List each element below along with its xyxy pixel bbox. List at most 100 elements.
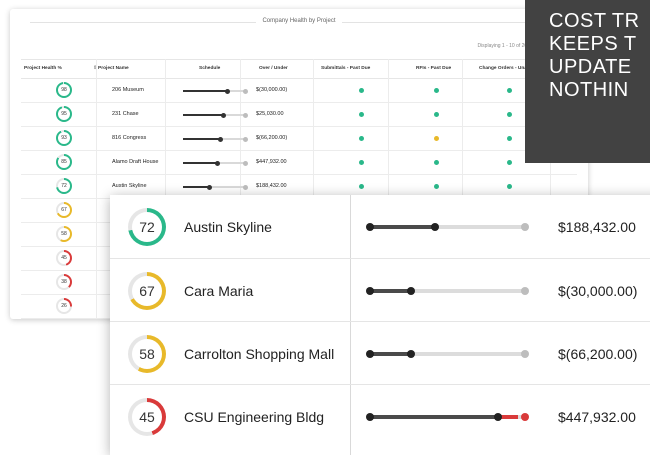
- over-under-value: $(30,000.00): [256, 87, 288, 93]
- col-project-name[interactable]: Project Name: [98, 66, 129, 71]
- schedule-end: [243, 160, 248, 166]
- col-submittals[interactable]: Submittals - Past Due: [321, 66, 370, 71]
- overlay-line: UPDATE: [549, 56, 632, 78]
- rfi-status-dot: [434, 88, 439, 93]
- project-name[interactable]: Alamo Draft House: [112, 159, 158, 165]
- zoomed-table-row[interactable]: 67 Cara Maria $(30,000.00): [110, 258, 650, 322]
- schedule-bar: [183, 136, 248, 142]
- schedule-marker: [214, 160, 220, 166]
- rfi-status-dot: [434, 160, 439, 165]
- schedule-fill: [183, 138, 221, 140]
- submittals-status-dot: [359, 184, 364, 189]
- table-row[interactable]: 85 Alamo Draft House $447,932.00: [21, 150, 577, 175]
- submittals-status-dot: [359, 160, 364, 165]
- health-ring: 98: [56, 82, 72, 98]
- health-value: 98: [58, 84, 70, 96]
- health-value: 95: [58, 108, 70, 120]
- rfi-status-dot: [434, 112, 439, 117]
- schedule-fill: [369, 225, 435, 229]
- schedule-start: [366, 350, 374, 358]
- panel-title: Company Health by Project: [10, 18, 588, 24]
- submittals-status-dot: [359, 112, 364, 117]
- project-name[interactable]: CSU Engineering Bldg: [184, 409, 324, 425]
- schedule-marker: [217, 136, 223, 142]
- schedule-fill: [369, 352, 412, 356]
- health-value: 45: [132, 402, 162, 432]
- change-order-status-dot: [507, 112, 512, 117]
- schedule-fill: [183, 114, 224, 116]
- table-row[interactable]: 95 231 Chase $25,030.00: [21, 102, 577, 127]
- health-ring: 45: [128, 398, 166, 436]
- over-under-value: $447,932.00: [256, 159, 287, 165]
- schedule-end: [521, 223, 529, 231]
- health-value: 58: [58, 228, 70, 240]
- health-value: 72: [132, 212, 162, 242]
- schedule-end: [521, 413, 529, 421]
- schedule-marker: [407, 287, 416, 295]
- col-over-under[interactable]: Over / Under: [259, 66, 288, 71]
- schedule-marker: [407, 350, 416, 358]
- health-value: 38: [58, 276, 70, 288]
- schedule-bar: [366, 350, 529, 358]
- health-value: 58: [132, 339, 162, 369]
- health-ring: 58: [128, 335, 166, 373]
- health-ring: 58: [56, 226, 72, 242]
- schedule-fill: [183, 186, 210, 188]
- table-row[interactable]: 93 816 Congress $(66,200.00): [21, 126, 577, 151]
- schedule-bar: [183, 88, 248, 94]
- zoomed-table-row[interactable]: 58 Carrolton Shopping Mall $(66,200.00): [110, 321, 650, 385]
- health-value: 67: [132, 276, 162, 306]
- health-ring: 72: [56, 178, 72, 194]
- health-ring: 45: [56, 250, 72, 266]
- over-under-value: $(66,200.00): [558, 346, 638, 362]
- schedule-bar: [366, 413, 529, 421]
- schedule-start: [366, 287, 374, 295]
- over-under-value: $188,432.00: [558, 219, 636, 235]
- project-name[interactable]: 206 Museum: [112, 87, 144, 93]
- schedule-end: [243, 88, 248, 94]
- schedule-marker: [430, 223, 439, 231]
- project-name[interactable]: Carrolton Shopping Mall: [184, 346, 334, 362]
- schedule-end: [243, 184, 248, 190]
- schedule-marker: [221, 112, 227, 118]
- overlay-line: KEEPS T: [549, 33, 637, 55]
- health-value: 67: [58, 204, 70, 216]
- submittals-status-dot: [359, 88, 364, 93]
- schedule-start: [366, 413, 374, 421]
- col-project-health[interactable]: Project Health %: [24, 66, 62, 71]
- schedule-marker: [493, 413, 502, 421]
- submittals-status-dot: [359, 136, 364, 141]
- health-value: 72: [58, 180, 70, 192]
- schedule-bar: [366, 287, 529, 295]
- change-order-status-dot: [507, 88, 512, 93]
- schedule-end: [243, 112, 248, 118]
- schedule-bar: [183, 160, 248, 166]
- schedule-fill: [183, 162, 218, 164]
- project-name[interactable]: 816 Congress: [112, 135, 146, 141]
- health-ring: 85: [56, 154, 72, 170]
- schedule-marker: [206, 184, 212, 190]
- change-order-status-dot: [507, 136, 512, 141]
- over-under-value: $(30,000.00): [558, 283, 638, 299]
- zoomed-table-row[interactable]: 72 Austin Skyline $188,432.00: [110, 195, 650, 258]
- promo-overlay: COST TR KEEPS T UPDATE NOTHIN: [525, 0, 650, 163]
- schedule-end: [243, 136, 248, 142]
- schedule-start: [366, 223, 374, 231]
- health-ring: 67: [56, 202, 72, 218]
- health-value: 85: [58, 156, 70, 168]
- overlay-line: NOTHIN: [549, 79, 629, 101]
- table-row[interactable]: 98 206 Museum $(30,000.00): [21, 78, 577, 103]
- schedule-end: [521, 287, 529, 295]
- col-rfis[interactable]: RFIs - Past Due: [416, 66, 451, 71]
- zoomed-table-row[interactable]: 45 CSU Engineering Bldg $447,932.00: [110, 384, 650, 448]
- health-ring: 67: [128, 272, 166, 310]
- col-schedule[interactable]: Schedule: [199, 66, 220, 71]
- schedule-marker: [225, 88, 231, 94]
- schedule-fill: [369, 415, 498, 419]
- schedule-fill: [369, 289, 412, 293]
- health-ring: 38: [56, 274, 72, 290]
- project-name[interactable]: Austin Skyline: [112, 183, 147, 189]
- project-name[interactable]: Cara Maria: [184, 283, 253, 299]
- project-name[interactable]: Austin Skyline: [184, 219, 272, 235]
- project-name[interactable]: 231 Chase: [112, 111, 139, 117]
